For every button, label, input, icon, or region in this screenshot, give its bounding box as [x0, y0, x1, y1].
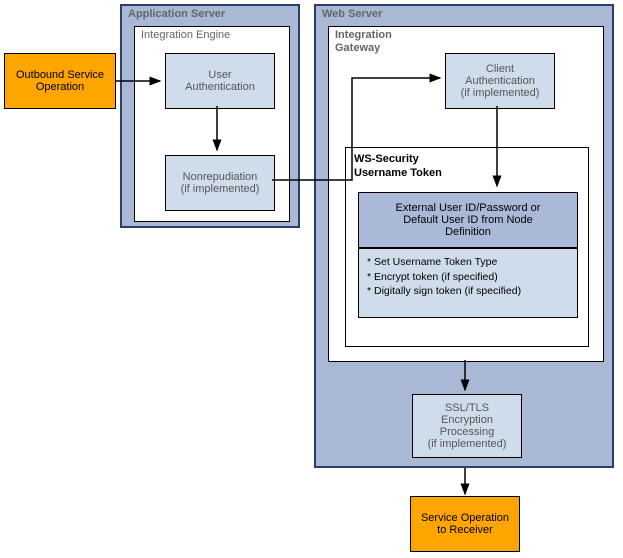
integration-engine-title: Integration Engine	[141, 29, 230, 41]
external-user-id: External User ID/Password or Default Use…	[358, 192, 578, 248]
integration-gateway-title: Integration Gateway	[335, 29, 392, 55]
web-server: Web Server Integration Gateway Client Au…	[314, 4, 614, 468]
nonrepudiation: Nonrepudiation (if implemented)	[165, 155, 275, 211]
client-authentication: Client Authentication (if implemented)	[445, 53, 555, 109]
bullet-1: * Set Username Token Type	[367, 255, 569, 270]
service-op-label: Service Operation to Receiver	[421, 512, 509, 536]
integration-gateway: Integration Gateway Client Authenticatio…	[328, 26, 604, 362]
nonrepudiation-label: Nonrepudiation (if implemented)	[181, 171, 260, 195]
ssl-tls-encryption: SSL/TLS Encryption Processing (if implem…	[412, 394, 522, 458]
ws-security-steps: * Set Username Token Type * Encrypt toke…	[358, 248, 578, 318]
ws-security: WS-Security Username Token External User…	[345, 147, 589, 347]
service-operation-to-receiver: Service Operation to Receiver	[410, 496, 520, 552]
external-user-id-label: External User ID/Password or Default Use…	[396, 202, 541, 238]
outbound-service-operation: Outbound Service Operation	[4, 53, 116, 109]
web-server-title: Web Server	[322, 8, 382, 20]
user-authentication: User Authentication	[165, 53, 275, 109]
ws-security-title: WS-Security Username Token	[354, 152, 442, 181]
client-auth-label: Client Authentication (if implemented)	[461, 63, 540, 99]
integration-engine: Integration Engine User Authentication N…	[134, 26, 290, 222]
bullet-2: * Encrypt token (if specified)	[367, 270, 569, 285]
outbound-label: Outbound Service Operation	[16, 69, 104, 93]
bullet-3: * Digitally sign token (if specified)	[367, 284, 569, 299]
app-server-title: Application Server	[128, 8, 225, 20]
application-server: Application Server Integration Engine Us…	[120, 4, 300, 228]
user-auth-label: User Authentication	[185, 69, 255, 93]
ssl-label: SSL/TLS Encryption Processing (if implem…	[428, 402, 507, 450]
